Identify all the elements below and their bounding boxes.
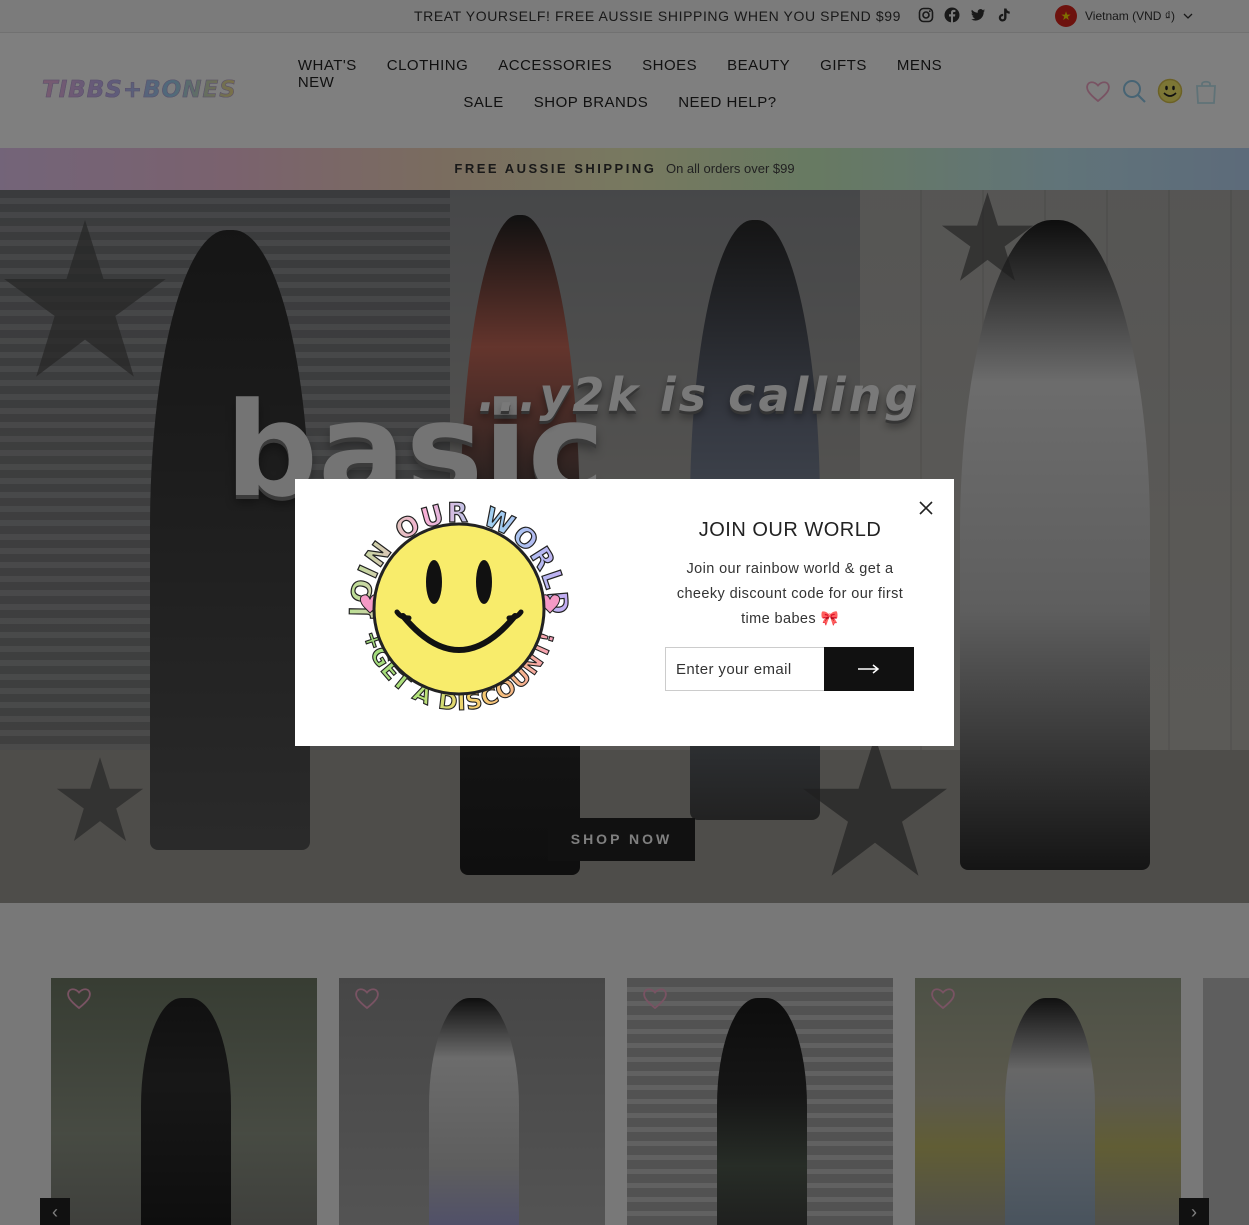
newsletter-modal: JOIN OUR WORLD +GET A DISCOUNT! JOIN OUR… <box>295 479 954 746</box>
modal-title: JOIN OUR WORLD <box>698 519 882 541</box>
join-our-world-smiley-badge: JOIN OUR WORLD +GET A DISCOUNT! <box>344 497 572 717</box>
email-input[interactable] <box>665 647 825 691</box>
close-button[interactable] <box>915 497 937 519</box>
subscribe-submit-button[interactable] <box>824 647 914 691</box>
close-icon <box>919 501 933 515</box>
modal-body-text: Join our rainbow world & get a cheeky di… <box>676 561 904 627</box>
arrow-right-icon <box>858 663 880 674</box>
